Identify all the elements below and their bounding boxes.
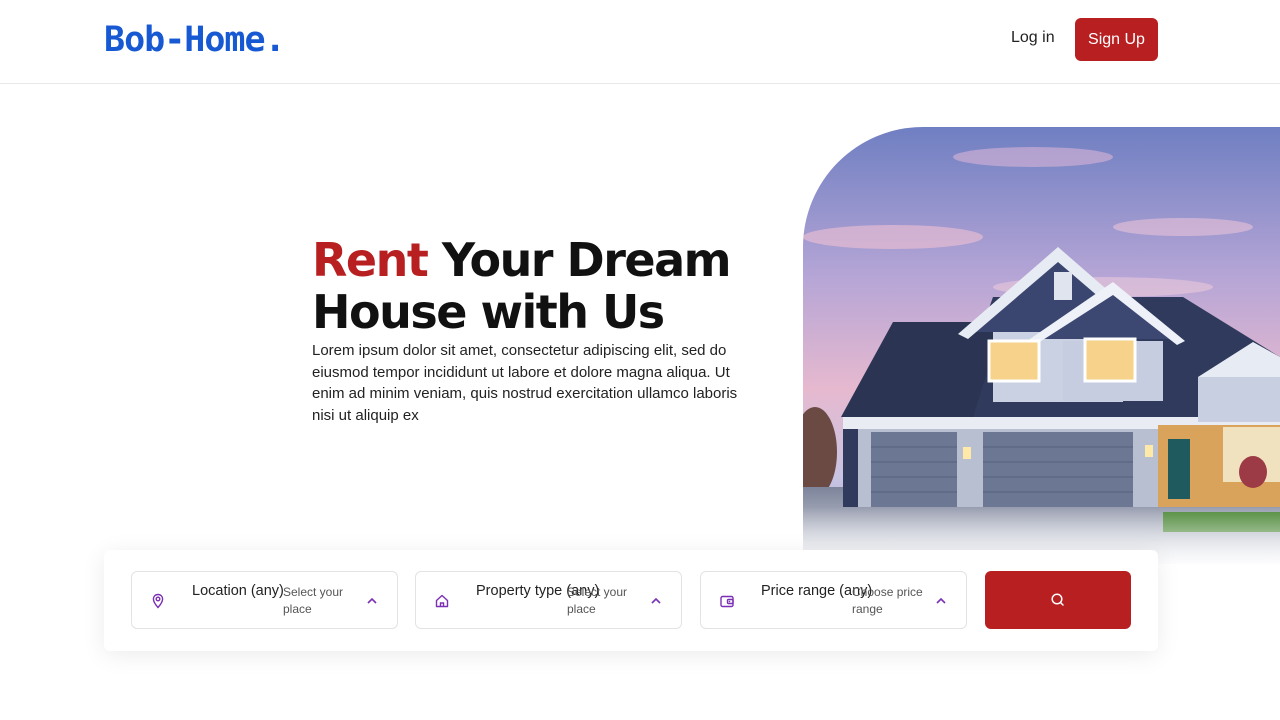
house-image [803, 127, 1280, 564]
chevron-up-icon [367, 597, 377, 604]
hero-title: Rent Your Dream House with Us [312, 234, 782, 338]
search-icon [1051, 593, 1064, 606]
signup-button[interactable]: Sign Up [1075, 18, 1158, 61]
search-button[interactable] [985, 571, 1131, 629]
site-header: Bob-Home. Log in Sign Up [0, 0, 1280, 84]
chevron-up-icon [936, 597, 946, 604]
login-link[interactable]: Log in [1011, 29, 1055, 47]
home-icon [435, 594, 449, 608]
search-panel: Location (any) Select your place Propert… [104, 550, 1158, 651]
property-type-filter[interactable]: Property type (any) Select your place [415, 571, 682, 629]
chevron-up-icon [651, 597, 661, 604]
hero-title-accent: Rent [312, 233, 429, 287]
location-filter[interactable]: Location (any) Select your place [131, 571, 398, 629]
map-pin-icon [152, 593, 164, 609]
location-filter-label: Location (any) [192, 583, 284, 599]
price-range-filter[interactable]: Price range (any) Choose price range [700, 571, 967, 629]
location-filter-hint: Select your place [283, 585, 344, 616]
property-type-filter-hint: Select your place [567, 585, 628, 616]
hero-description: Lorem ipsum dolor sit amet, consectetur … [312, 342, 738, 424]
price-range-filter-hint: Choose price range [852, 585, 923, 616]
logo[interactable]: Bob-Home. [104, 20, 286, 60]
hero-title-line2: House with Us [312, 285, 665, 339]
hero-title-line1: Your Dream [427, 233, 732, 287]
wallet-icon [720, 595, 734, 608]
